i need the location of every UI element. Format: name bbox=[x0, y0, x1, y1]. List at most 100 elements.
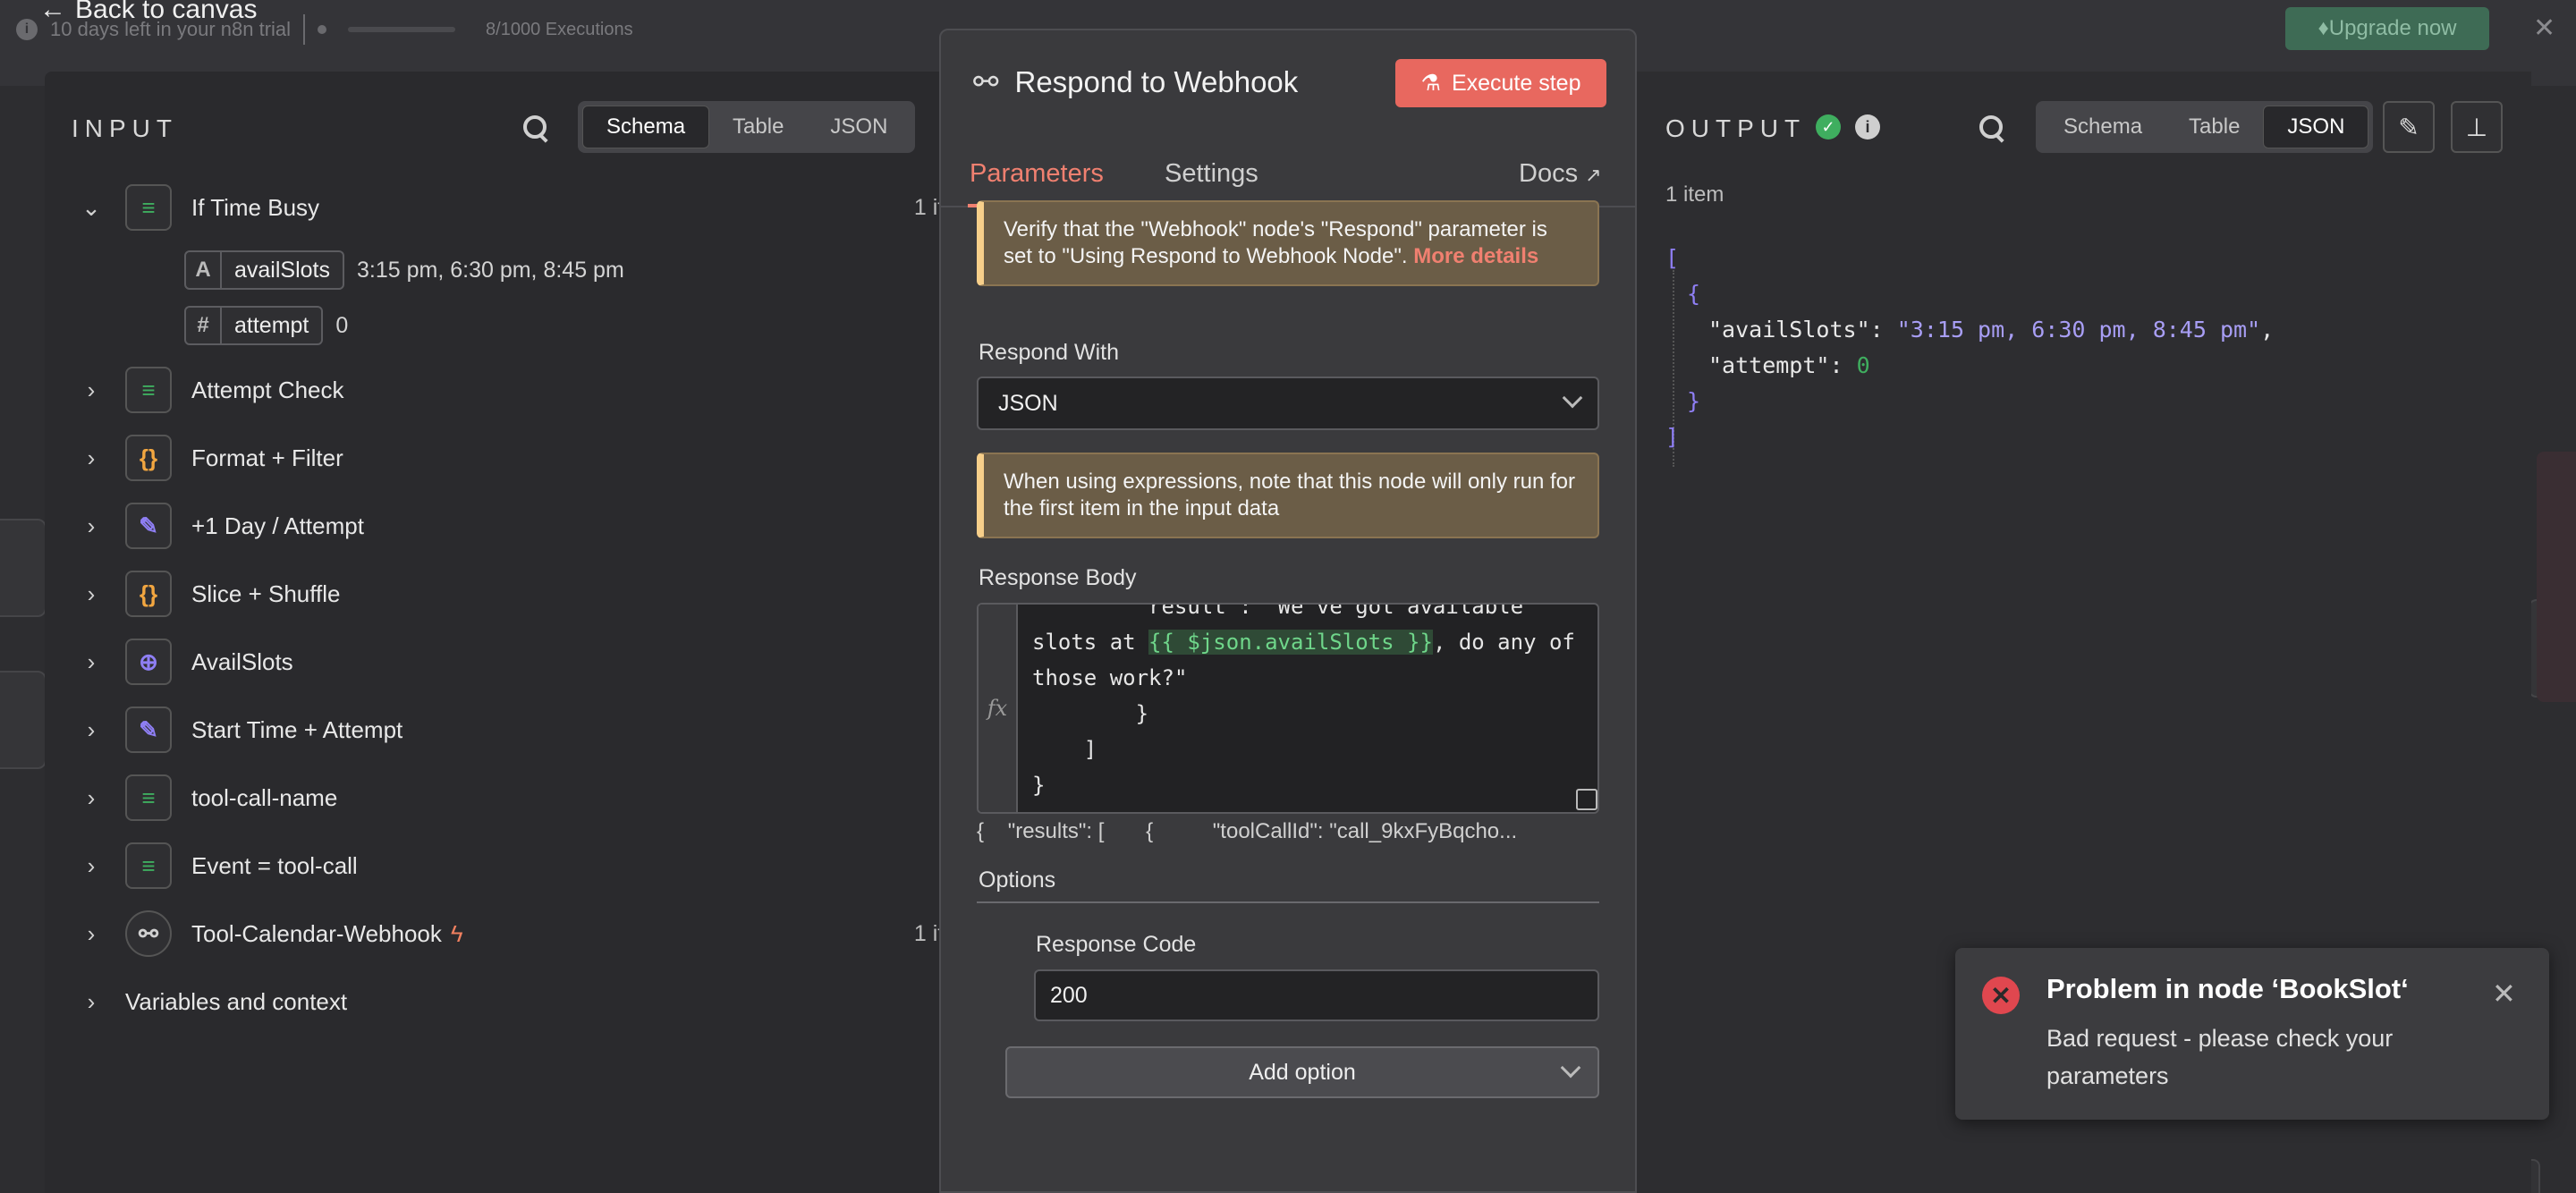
code-line: } bbox=[1032, 701, 1149, 726]
response-body-label: Response Body bbox=[979, 565, 1137, 590]
response-body-editor[interactable]: fx "result": "We've got available slots … bbox=[977, 603, 1599, 814]
if-icon: ≡ bbox=[125, 774, 172, 821]
divider bbox=[977, 901, 1599, 903]
lightning-icon: ϟ bbox=[450, 919, 463, 947]
close-icon[interactable]: ✕ bbox=[2533, 13, 2555, 44]
upgrade-button[interactable]: ♦ Upgrade now bbox=[2285, 7, 2489, 50]
json-line: "availSlots": "3:15 pm, 6:30 pm, 8:45 pm… bbox=[1708, 317, 2275, 343]
chevron-right-icon[interactable]: › bbox=[72, 444, 111, 472]
chevron-down-icon bbox=[1560, 1057, 1581, 1079]
respond-with-select[interactable]: JSON bbox=[977, 377, 1599, 430]
pencil-icon: ✎ bbox=[2398, 113, 2419, 141]
input-panel: INPUT Schema Table JSON ⌄ ≡ If Time Busy… bbox=[45, 72, 975, 1193]
chevron-right-icon[interactable]: › bbox=[72, 648, 111, 676]
code-line: } bbox=[1032, 773, 1046, 798]
docs-link[interactable]: Docs ↗ bbox=[1519, 159, 1602, 189]
tab-parameters[interactable]: Parameters bbox=[970, 159, 1104, 189]
more-details-link[interactable]: More details bbox=[1413, 244, 1538, 268]
tree-node[interactable]: › ⚯ Tool-Calendar-Webhook ϟ 1 item bbox=[72, 907, 975, 960]
expression-result-preview: { "results": [ { "toolCallId": "call_9kx… bbox=[977, 819, 1518, 843]
output-view-switcher: Schema Table JSON bbox=[2036, 101, 2374, 153]
pencil-icon: ✎ bbox=[125, 706, 172, 753]
tree-node[interactable]: › {} Format + Filter bbox=[72, 431, 975, 485]
diamond-icon: ♦ bbox=[2318, 16, 2329, 40]
field-value: 0 bbox=[335, 312, 349, 338]
code-icon: {} bbox=[125, 571, 172, 617]
chevron-right-icon[interactable]: › bbox=[72, 512, 111, 540]
output-title: OUTPUT bbox=[1665, 114, 1807, 142]
tree-node[interactable]: › {} Slice + Shuffle bbox=[72, 567, 975, 621]
canvas-node bbox=[0, 519, 47, 617]
schema-field: # attempt 0 bbox=[184, 306, 348, 345]
flask-icon: ⚗ bbox=[1420, 71, 1441, 96]
variables-context[interactable]: › Variables and context bbox=[72, 975, 975, 1028]
pencil-icon: ✎ bbox=[125, 503, 172, 549]
code-icon: {} bbox=[125, 435, 172, 481]
chevron-right-icon[interactable]: › bbox=[72, 377, 111, 404]
output-view-json[interactable]: JSON bbox=[2263, 106, 2369, 148]
tab-settings[interactable]: Settings bbox=[1165, 159, 1258, 189]
webhook-icon: ⚯ bbox=[973, 65, 999, 99]
output-view-schema[interactable]: Schema bbox=[2040, 106, 2165, 148]
tree-node[interactable]: › ≡ tool-call-name bbox=[72, 771, 975, 825]
execute-step-button[interactable]: ⚗ Execute step bbox=[1395, 59, 1606, 107]
chevron-right-icon[interactable]: › bbox=[72, 716, 111, 744]
expression-highlight: {{ $json.availSlots }} bbox=[1148, 630, 1433, 655]
close-icon[interactable]: ✕ bbox=[2492, 977, 2516, 1011]
tree-node[interactable]: › ≡ Event = tool-call bbox=[72, 839, 975, 893]
edit-output-button[interactable]: ✎ bbox=[2383, 101, 2435, 153]
code-line: ] bbox=[1032, 737, 1097, 762]
output-view-table[interactable]: Table bbox=[2165, 106, 2263, 148]
field-pill[interactable]: AavailSlots bbox=[184, 250, 344, 290]
schema-field: AavailSlots 3:15 pm, 6:30 pm, 8:45 pm bbox=[184, 250, 624, 290]
node-settings-modal: ⚯ Respond to Webhook ⚗ Execute step Param… bbox=[939, 29, 1637, 1193]
if-icon: ≡ bbox=[125, 184, 172, 231]
expand-editor-icon[interactable] bbox=[1576, 789, 1597, 810]
field-pill[interactable]: # attempt bbox=[184, 306, 324, 345]
toast-title: Problem in node ‘BookSlot‘ bbox=[2046, 973, 2409, 1004]
add-option-button[interactable]: Add option bbox=[1005, 1046, 1599, 1098]
options-header: Options bbox=[979, 867, 1056, 893]
tree-node[interactable]: › ✎ +1 Day / Attempt bbox=[72, 499, 975, 553]
search-icon[interactable] bbox=[1977, 113, 2007, 143]
pin-icon: ⊥ bbox=[2465, 113, 2488, 141]
output-item-count: 1 item bbox=[1665, 182, 1724, 207]
canvas-sticky bbox=[2537, 452, 2576, 702]
chevron-right-icon[interactable]: › bbox=[72, 920, 111, 948]
json-brace: { bbox=[1687, 281, 1701, 307]
respond-with-label: Respond With bbox=[979, 340, 1120, 365]
tree-node[interactable]: › ⊕ AvailSlots bbox=[72, 635, 975, 689]
chevron-right-icon[interactable]: › bbox=[72, 852, 111, 880]
json-bracket: ] bbox=[1665, 424, 1680, 450]
success-check-icon: ✓ bbox=[1816, 114, 1841, 140]
code-line: "result": "We've got available bbox=[1032, 603, 1524, 619]
tree-node[interactable]: ⌄ ≡ If Time Busy 1 item bbox=[72, 181, 975, 234]
back-to-canvas-link[interactable]: ← Back to canvas bbox=[39, 0, 257, 24]
arrow-left-icon: ← bbox=[39, 0, 66, 24]
schema-tree: ⌄ ≡ If Time Busy 1 item AavailSlots 3:15… bbox=[72, 72, 975, 1193]
response-code-label: Response Code bbox=[1036, 932, 1197, 957]
chevron-right-icon[interactable]: › bbox=[72, 580, 111, 608]
canvas-node bbox=[0, 671, 47, 769]
json-bracket: [ bbox=[1665, 245, 1680, 271]
tree-node[interactable]: › ✎ Start Time + Attempt bbox=[72, 703, 975, 757]
response-code-input[interactable]: 200 bbox=[1034, 969, 1599, 1021]
node-title: ⚯ Respond to Webhook bbox=[973, 65, 1299, 99]
chevron-right-icon[interactable]: › bbox=[72, 784, 111, 812]
json-line: "attempt": 0 bbox=[1708, 352, 1870, 378]
if-icon: ≡ bbox=[125, 842, 172, 889]
string-type-icon: A bbox=[186, 252, 222, 288]
tree-node[interactable]: › ≡ Attempt Check bbox=[72, 363, 975, 417]
chevron-right-icon[interactable]: › bbox=[72, 988, 111, 1016]
info-icon[interactable]: i bbox=[1855, 114, 1880, 140]
code-line: slots at {{ $json.availSlots }}, do any … bbox=[1032, 630, 1575, 655]
chevron-down-icon bbox=[1562, 387, 1583, 409]
node-tabs: Parameters Settings Docs ↗ bbox=[941, 129, 1635, 207]
pin-data-button[interactable]: ⊥ bbox=[2451, 101, 2503, 153]
chevron-down-icon[interactable]: ⌄ bbox=[72, 194, 111, 222]
expression-fx-icon: fx bbox=[979, 605, 1018, 812]
progress-dot bbox=[318, 25, 327, 34]
error-icon: ✕ bbox=[1982, 977, 2020, 1014]
executions-count: 8/1000 Executions bbox=[486, 19, 633, 39]
globe-icon: ⊕ bbox=[125, 639, 172, 685]
